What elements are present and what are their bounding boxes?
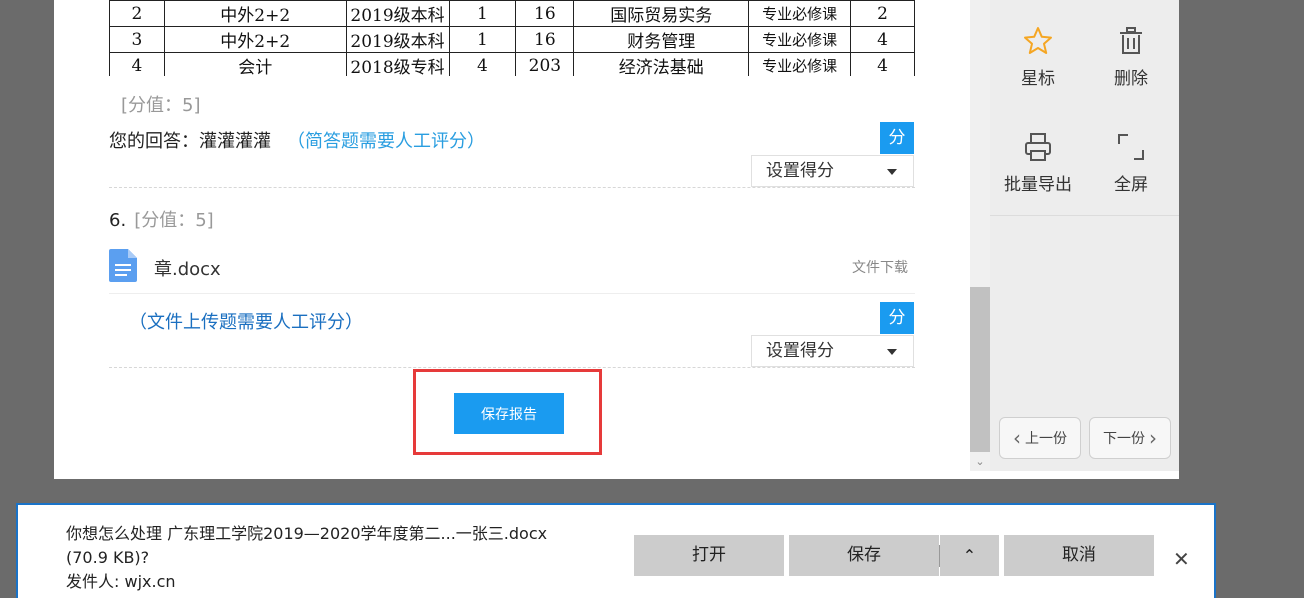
star-button[interactable]: 星标 [998,26,1078,89]
next-button[interactable]: 下一份 › [1089,417,1171,459]
download-message: 你想怎么处理 广东理工学院2019—2020学年度第二...一张三.docx (… [66,522,547,594]
table-cell: 1 [448,26,517,53]
open-button[interactable]: 打开 [634,535,784,576]
right-toolbar: 星标 删除 批量导出 全屏 ‹ 上一份 下一份 › [990,0,1179,471]
q6-hint: （文件上传题需要人工评分） [129,312,363,333]
table-row: 4 会计 2018级专科 4 203 经济法基础 专业必修课 4 [109,52,915,79]
q6-header: 6. [分值：5] [109,206,214,232]
download-message-line1: 你想怎么处理 广东理工学院2019—2020学年度第二...一张三.docx [66,524,548,543]
q6-score-button[interactable]: 分 [880,302,914,334]
panel-bottom [970,471,1179,479]
divider [109,187,915,188]
prev-label: 上一份 [1025,431,1067,447]
fullscreen-label: 全屏 [1114,175,1148,195]
table-cell: 2019级本科 [345,26,450,53]
table-cell: 财务管理 [573,26,750,53]
table-cell: 会计 [163,52,347,79]
table-cell: 2 [850,0,915,27]
q5-score-label: [分值：5] [121,95,201,116]
table-cell: 2019级本科 [345,0,450,27]
file-download-link[interactable]: 文件下载 [852,257,908,277]
q6-score-label: [分值：5] [134,210,214,231]
scrollbar[interactable]: ⌄ [970,0,990,471]
q5-answer-text: 您的回答：灌灌灌灌 [109,131,271,152]
table-cell: 16 [515,0,575,27]
table-cell: 中外2+2 [163,26,347,53]
toolbar-divider [990,215,1179,216]
batch-export-label: 批量导出 [1004,175,1072,195]
star-label: 星标 [1021,69,1055,89]
divider [109,293,915,294]
save-button[interactable]: 保存 [789,535,939,576]
q5-answer: 您的回答：灌灌灌灌 （简答题需要人工评分） [109,127,485,153]
table-row: 2 中外2+2 2019级本科 1 16 国际贸易实务 专业必修课 2 [109,0,915,27]
delete-label: 删除 [1114,69,1148,89]
q6-set-score-label: 设置得分 [766,341,834,361]
table-cell: 16 [515,26,575,53]
caret-down-icon [887,349,897,355]
table-cell: 4 [448,52,517,79]
trash-icon [1120,27,1142,54]
table-cell: 4 [850,52,915,79]
scrollbar-thumb[interactable] [970,287,990,452]
cancel-button[interactable]: 取消 [1004,535,1154,576]
star-icon [1024,27,1052,54]
table-row: 3 中外2+2 2019级本科 1 16 财务管理 专业必修课 4 [109,26,915,53]
delete-button[interactable]: 删除 [1091,26,1171,89]
chevron-right-icon: › [1149,426,1157,450]
prev-button[interactable]: ‹ 上一份 [999,417,1081,459]
table-cell: 中外2+2 [163,0,347,27]
close-icon[interactable]: ✕ [1173,547,1190,571]
fullscreen-icon [1118,134,1144,160]
table-cell: 4 [109,52,165,79]
chevron-left-icon: ‹ [1013,426,1021,450]
q6-file-name: 章.docx [154,259,221,280]
q5-answer-hint: （简答题需要人工评分） [287,131,485,152]
table-cut [109,76,915,82]
table-cell: 专业必修课 [748,52,852,79]
printer-icon [1025,133,1051,161]
caret-down-icon [887,169,897,175]
q6-set-score-select[interactable]: 设置得分 [751,335,914,367]
table-cell: 4 [850,26,915,53]
download-bar: 你想怎么处理 广东理工学院2019—2020学年度第二...一张三.docx (… [16,503,1216,598]
table-cell: 3 [109,26,165,53]
table-cell: 经济法基础 [573,52,750,79]
q5-set-score-label: 设置得分 [766,161,834,181]
q6-number: 6. [109,210,127,231]
table-cell: 1 [448,0,517,27]
next-label: 下一份 [1103,431,1145,447]
document-icon [109,249,137,286]
question-table: 2 中外2+2 2019级本科 1 16 国际贸易实务 专业必修课 2 3 中外2+2 2019级本… [109,0,915,80]
fullscreen-button[interactable]: 全屏 [1091,132,1171,195]
save-options-chevron-up-icon[interactable]: ⌃ [940,535,999,576]
divider [109,367,915,368]
q5-set-score-select[interactable]: 设置得分 [751,155,914,187]
download-message-line2: (70.9 KB)? [66,548,150,567]
table-cell: 203 [515,52,575,79]
download-message-line3: 发件人: wjx.cn [66,572,176,591]
table-cell: 2018级专科 [345,52,450,79]
save-report-button[interactable]: 保存报告 [454,393,564,434]
scroll-down-arrow-icon[interactable]: ⌄ [970,452,990,471]
table-cell: 专业必修课 [748,0,852,27]
batch-export-button[interactable]: 批量导出 [998,132,1078,195]
table-cell: 专业必修课 [748,26,852,53]
table-cell: 国际贸易实务 [573,0,750,27]
q5-score-button[interactable]: 分 [880,122,914,154]
table-cell: 2 [109,0,165,27]
